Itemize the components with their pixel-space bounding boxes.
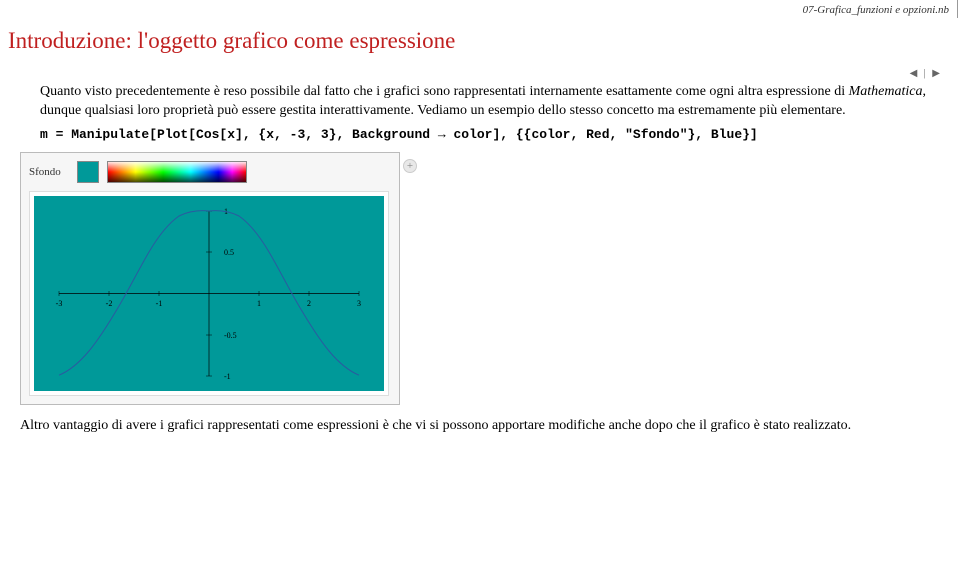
code-input[interactable]: m = Manipulate[Plot[Cos[x], {x, -3, 3}, … <box>40 127 960 142</box>
x-tick-label: 2 <box>307 299 311 308</box>
x-tick-label: -3 <box>56 299 63 308</box>
y-tick-label: 0.5 <box>224 248 234 257</box>
plot-svg: -3 -2 -1 1 2 3 1 0.5 <box>34 196 384 391</box>
mathematica-word: Mathematica <box>849 84 923 99</box>
plot-output: -3 -2 -1 1 2 3 1 0.5 <box>29 191 389 396</box>
control-label: Sfondo <box>29 166 69 178</box>
y-tick-label: -1 <box>224 372 231 381</box>
x-tick-label: 3 <box>357 299 361 308</box>
nav-next-icon[interactable]: ▶ <box>932 68 940 79</box>
x-tick-label: -1 <box>156 299 163 308</box>
x-tick-label: -2 <box>106 299 113 308</box>
add-control-icon[interactable]: + <box>403 159 417 173</box>
intro-text-1: Quanto visto precedentemente è reso poss… <box>40 84 849 99</box>
nav-prev-icon[interactable]: ◀ <box>910 68 918 79</box>
closing-paragraph: Altro vantaggio di avere i grafici rappr… <box>20 417 960 436</box>
section-title: Introduzione: l'oggetto grafico come esp… <box>0 18 960 58</box>
file-header: 07-Grafica_funzioni e opzioni.nb <box>0 0 958 18</box>
color-picker-slider[interactable] <box>107 161 247 183</box>
current-color-swatch[interactable] <box>77 161 99 183</box>
color-control-row: Sfondo <box>29 161 391 183</box>
y-tick-label: -0.5 <box>224 331 237 340</box>
content-block: ◀ | ▶ Quanto visto precedentemente è res… <box>0 58 960 436</box>
x-tick-label: 1 <box>257 299 261 308</box>
intro-paragraph: Quanto visto precedentemente è reso poss… <box>40 83 960 121</box>
section-nav: ◀ | ▶ <box>40 68 960 79</box>
manipulate-output: + Sfondo -3 -2 -1 1 <box>20 152 400 405</box>
nav-separator: | <box>924 68 926 79</box>
